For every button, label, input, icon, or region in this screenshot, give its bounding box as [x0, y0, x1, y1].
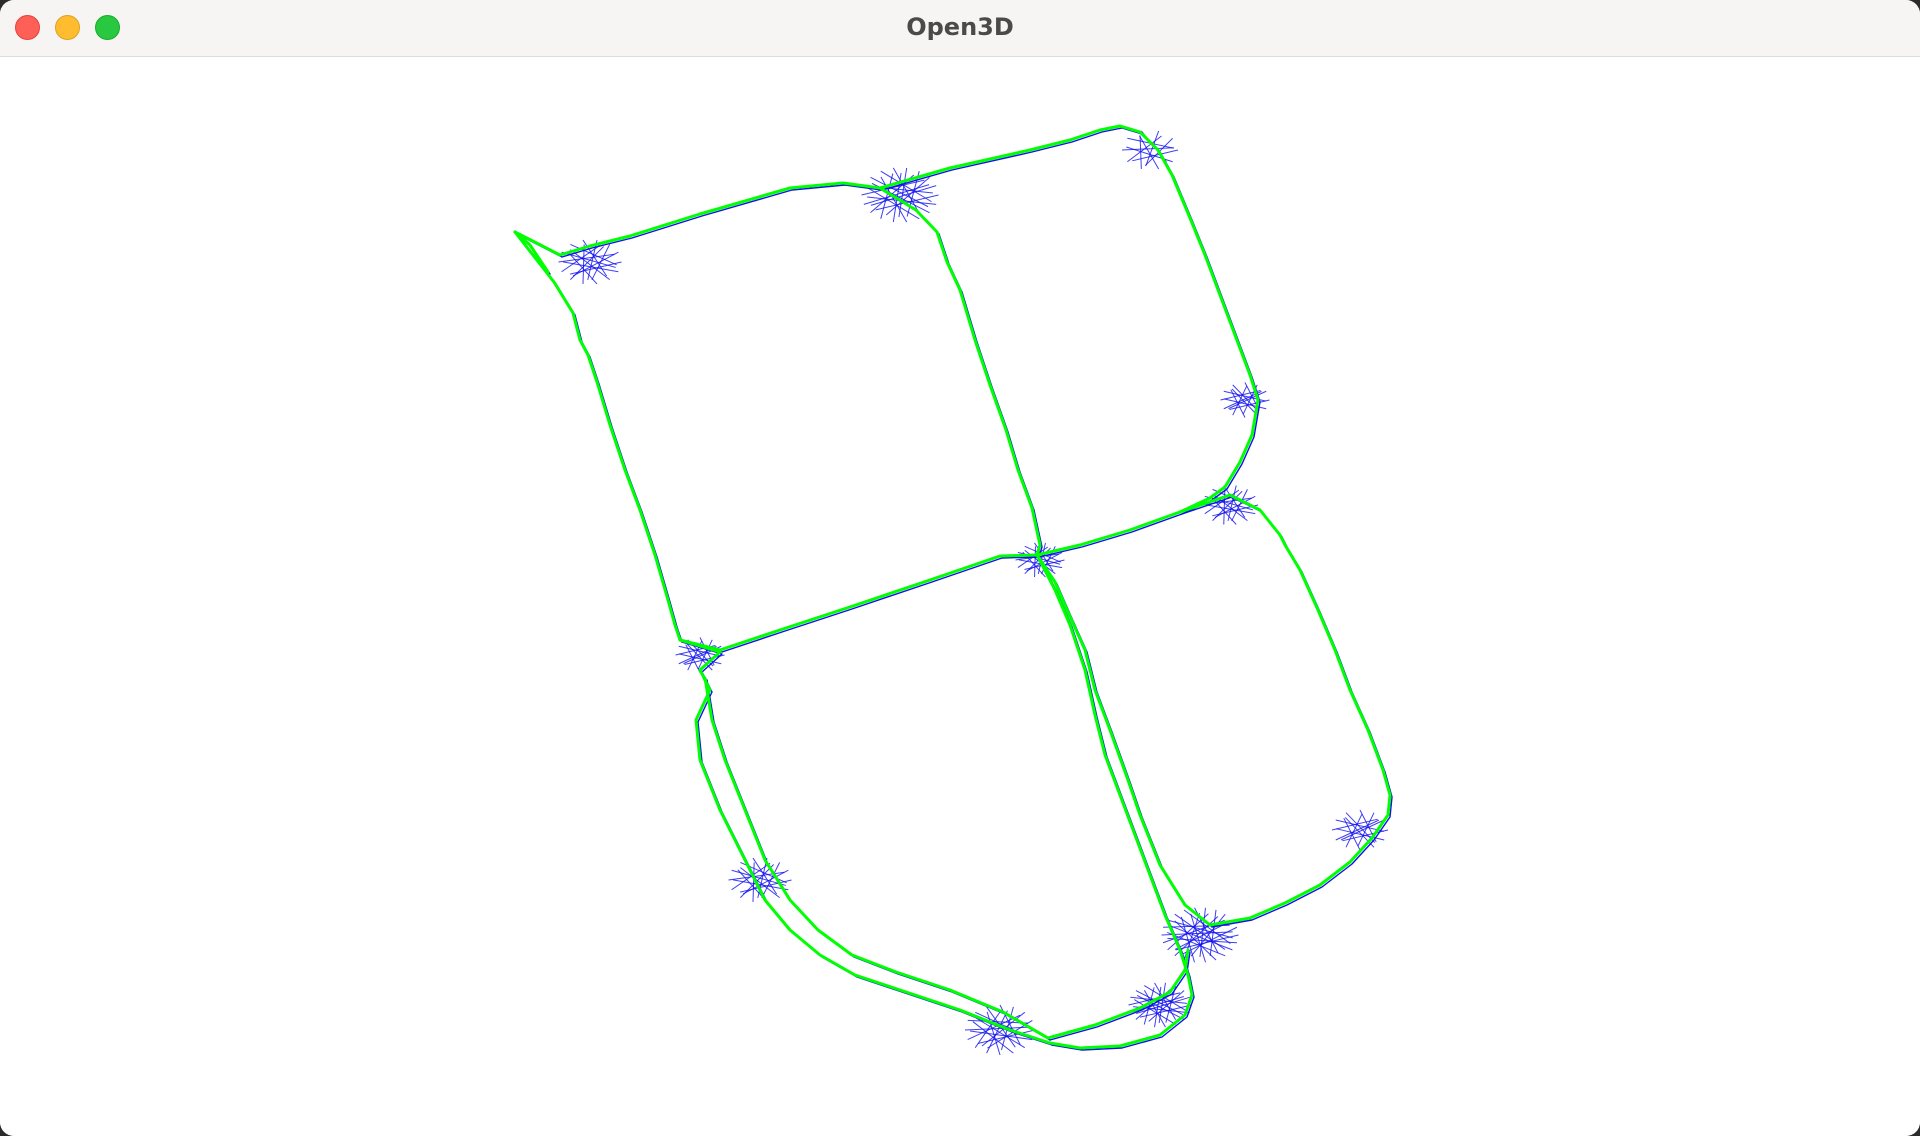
pose-graph-edge-chain — [1211, 536, 1393, 928]
trajectory-path — [678, 553, 1039, 652]
trajectory-path — [1046, 948, 1190, 1040]
trajectory-path — [678, 638, 1052, 1045]
open3d-window: Open3D — [0, 0, 1920, 1136]
trajectory-path — [878, 124, 1260, 557]
trajectory-path — [1208, 533, 1392, 927]
pose-graph-edge-chain — [516, 233, 683, 643]
render-viewport[interactable] — [0, 57, 1920, 1136]
pose-graph-edges — [516, 127, 1393, 1056]
window-title: Open3D — [906, 13, 1014, 41]
pose-graph-svg[interactable] — [0, 57, 1920, 1136]
pose-graph-edge-chain — [516, 184, 1043, 558]
trajectory-nodes — [513, 124, 1392, 1050]
pose-graph-edge-chain — [706, 679, 1051, 1041]
title-bar[interactable]: Open3D — [0, 0, 1920, 57]
trajectory-path — [513, 230, 682, 642]
pose-graph-edge-chain — [881, 127, 1261, 558]
trajectory-path — [1035, 553, 1194, 1050]
pose-graph-edge-chain — [1038, 556, 1195, 1051]
